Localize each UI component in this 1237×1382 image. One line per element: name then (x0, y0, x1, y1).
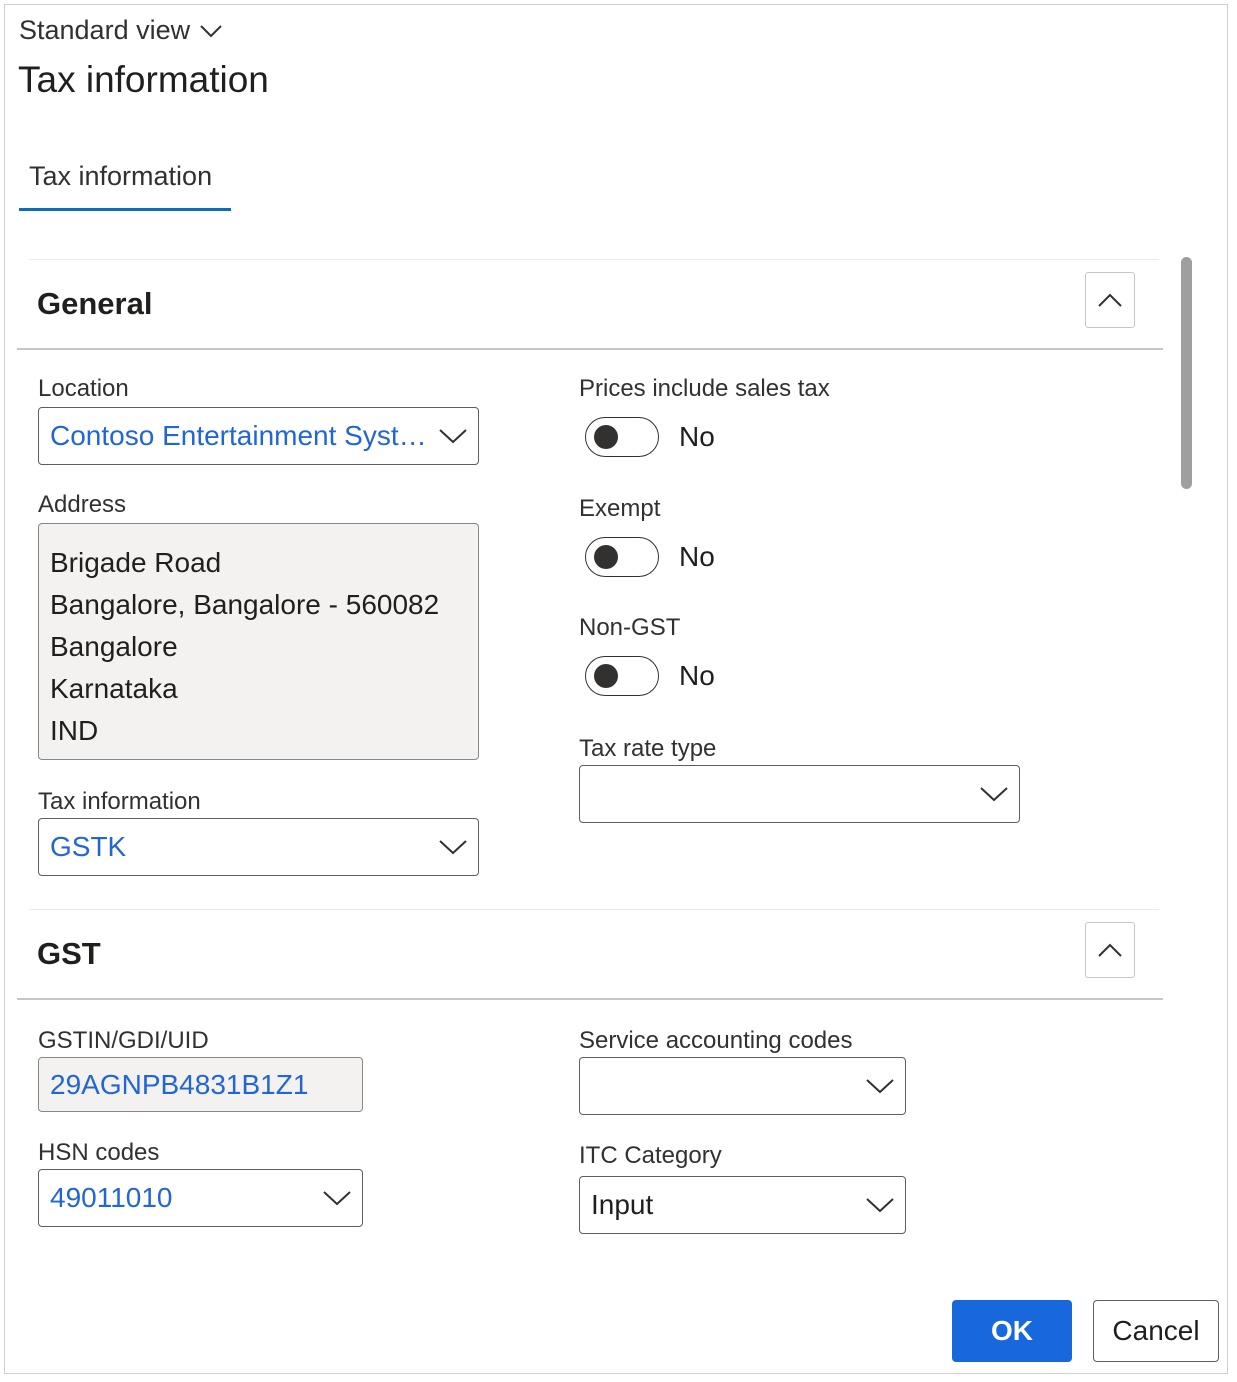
exempt-label: Exempt (579, 495, 661, 522)
tab-tax-information[interactable]: Tax information (19, 157, 231, 211)
prices-include-sales-tax-toggle[interactable] (585, 417, 659, 457)
general-section-title: General (37, 286, 153, 321)
prices-include-sales-tax-value: No (679, 421, 715, 452)
toggle-knob (594, 664, 618, 688)
address-line: Bangalore, Bangalore - 560082 (50, 589, 440, 620)
hsn-codes-value[interactable]: 49011010 (50, 1182, 312, 1214)
chevron-down-icon (980, 787, 1008, 802)
address-box: Brigade Road Bangalore, Bangalore - 5600… (38, 523, 479, 760)
prices-include-sales-tax-label: Prices include sales tax (579, 375, 830, 402)
gst-section-title: GST (37, 936, 101, 971)
vertical-scrollbar[interactable] (1181, 257, 1192, 489)
address-line: IND (50, 715, 99, 746)
itc-category-label: ITC Category (579, 1142, 722, 1169)
tax-information-value[interactable]: GSTK (50, 831, 428, 863)
view-selector-label: Standard view (19, 15, 191, 45)
exempt-toggle[interactable] (585, 537, 659, 577)
chevron-down-icon (439, 429, 467, 444)
hsn-codes-dropdown[interactable]: 49011010 (38, 1169, 363, 1227)
tax-information-dropdown[interactable]: GSTK (38, 818, 479, 876)
ok-button[interactable]: OK (952, 1300, 1072, 1362)
exempt-value: No (679, 541, 715, 572)
hsn-codes-label: HSN codes (38, 1139, 160, 1166)
prices-include-sales-tax-toggle-row: No (585, 417, 715, 457)
toggle-knob (594, 545, 618, 569)
tax-rate-type-dropdown[interactable] (579, 765, 1020, 823)
gst-collapse-button[interactable] (1085, 922, 1135, 978)
tax-rate-type-label: Tax rate type (579, 735, 717, 762)
exempt-toggle-row: No (585, 537, 715, 577)
gstin-value[interactable]: 29AGNPB4831B1Z1 (50, 1069, 362, 1101)
address-line: Bangalore (50, 631, 178, 662)
page-title: Tax information (18, 59, 269, 100)
non-gst-toggle-row: No (585, 656, 715, 696)
chevron-down-icon (866, 1079, 894, 1094)
gst-section-header[interactable]: GST (17, 910, 1163, 1000)
service-accounting-codes-label: Service accounting codes (579, 1027, 853, 1054)
tax-information-label: Tax information (38, 788, 201, 815)
service-accounting-codes-dropdown[interactable] (579, 1057, 906, 1115)
gstin-field[interactable]: 29AGNPB4831B1Z1 (38, 1057, 363, 1112)
chevron-up-icon (1098, 943, 1122, 957)
itc-category-value[interactable]: Input (591, 1189, 855, 1221)
location-dropdown[interactable]: Contoso Entertainment Syste... (38, 407, 479, 465)
non-gst-toggle[interactable] (585, 656, 659, 696)
general-section-header[interactable]: General (17, 260, 1163, 350)
chevron-down-icon (200, 24, 222, 37)
gstin-label: GSTIN/GDI/UID (38, 1027, 209, 1054)
non-gst-value: No (679, 660, 715, 691)
itc-category-dropdown[interactable]: Input (579, 1176, 906, 1234)
toggle-knob (594, 425, 618, 449)
view-selector[interactable]: Standard view (19, 15, 222, 46)
general-collapse-button[interactable] (1085, 272, 1135, 328)
address-label: Address (38, 491, 127, 518)
non-gst-label: Non-GST (579, 614, 681, 641)
address-line: Brigade Road (50, 547, 222, 578)
chevron-up-icon (1098, 293, 1122, 307)
chevron-down-icon (323, 1191, 351, 1206)
dialog-frame: Standard view Tax information Tax inform… (4, 4, 1228, 1374)
location-value[interactable]: Contoso Entertainment Syste... (50, 420, 428, 452)
chevron-down-icon (866, 1198, 894, 1213)
address-line: Karnataka (50, 673, 178, 704)
cancel-button[interactable]: Cancel (1093, 1300, 1219, 1362)
location-label: Location (38, 375, 129, 402)
chevron-down-icon (439, 840, 467, 855)
